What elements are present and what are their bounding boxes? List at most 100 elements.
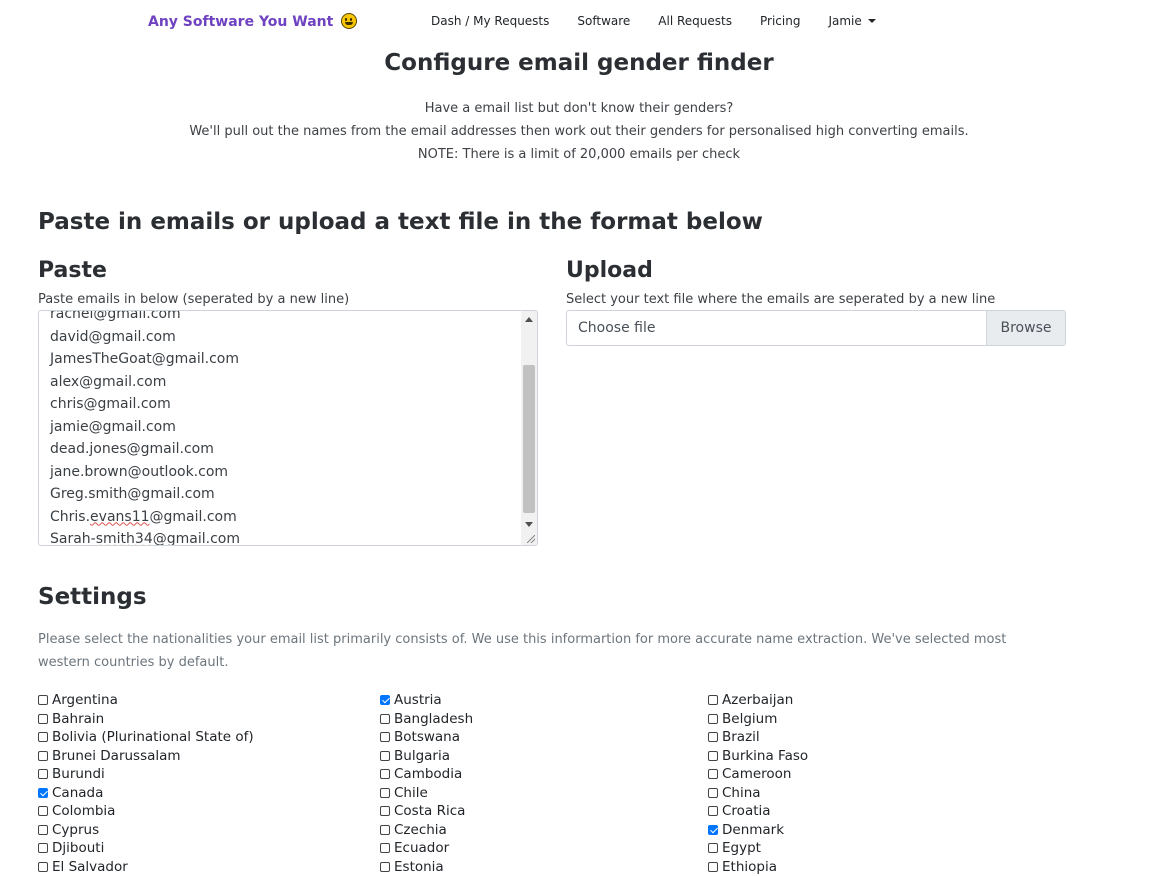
checkbox[interactable]: [708, 843, 718, 853]
country-label: Chile: [394, 784, 428, 803]
checkbox[interactable]: [380, 843, 390, 853]
country-label: Ethiopia: [722, 858, 777, 876]
country-checkbox-item[interactable]: El Salvador: [38, 858, 254, 876]
country-checkbox-item[interactable]: Cameroon: [708, 765, 808, 784]
email-line: jane.brown@outlook.com: [50, 461, 240, 484]
checkbox[interactable]: [38, 788, 48, 798]
checkbox[interactable]: [38, 806, 48, 816]
textarea-scrollbar[interactable]: [521, 311, 537, 545]
country-checkbox-item[interactable]: Ethiopia: [708, 858, 808, 876]
checkbox[interactable]: [38, 695, 48, 705]
brand-link[interactable]: Any Software You Want: [148, 13, 357, 30]
checkbox[interactable]: [38, 714, 48, 724]
country-checkbox-item[interactable]: Bolivia (Plurinational State of): [38, 728, 254, 747]
country-checkbox-item[interactable]: Estonia: [380, 858, 473, 876]
country-checkbox-item[interactable]: China: [708, 784, 808, 803]
country-checkbox-item[interactable]: Burundi: [38, 765, 254, 784]
country-checkbox-item[interactable]: Czechia: [380, 821, 473, 840]
country-label: Belgium: [722, 710, 777, 729]
intro-line: Have a email list but don't know their g…: [0, 97, 1158, 120]
email-line: Sarah-smith34@gmail.com: [50, 528, 240, 546]
settings-title: Settings: [38, 584, 147, 610]
email-line: jamie@gmail.com: [50, 416, 240, 439]
checkbox[interactable]: [38, 769, 48, 779]
country-checkbox-item[interactable]: Austria: [380, 691, 473, 710]
scroll-down-icon[interactable]: [525, 522, 533, 527]
scroll-up-icon[interactable]: [525, 317, 533, 322]
country-checkbox-item[interactable]: Bulgaria: [380, 747, 473, 766]
user-menu-dropdown[interactable]: Jamie: [828, 14, 875, 28]
checkbox[interactable]: [708, 751, 718, 761]
file-upload-input[interactable]: Choose file Browse: [566, 310, 1066, 346]
checkbox[interactable]: [380, 714, 390, 724]
email-line: Chris.evans11@gmail.com: [50, 506, 240, 529]
checkbox[interactable]: [38, 751, 48, 761]
country-checkbox-item[interactable]: Bahrain: [38, 710, 254, 729]
country-checkbox-item[interactable]: Belgium: [708, 710, 808, 729]
country-checkbox-item[interactable]: Cambodia: [380, 765, 473, 784]
country-checkbox-item[interactable]: Brazil: [708, 728, 808, 747]
country-checkbox-item[interactable]: Botswana: [380, 728, 473, 747]
checkbox[interactable]: [708, 714, 718, 724]
checkbox[interactable]: [708, 806, 718, 816]
country-checkbox-item[interactable]: Argentina: [38, 691, 254, 710]
checkbox[interactable]: [708, 862, 718, 872]
paste-hint: Paste emails in below (seperated by a ne…: [38, 292, 349, 307]
scroll-thumb[interactable]: [523, 365, 535, 513]
input-section-title: Paste in emails or upload a text file in…: [38, 209, 763, 235]
upload-hint: Select your text file where the emails a…: [566, 292, 995, 307]
country-label: Azerbaijan: [722, 691, 793, 710]
browse-button[interactable]: Browse: [986, 311, 1065, 345]
email-textarea[interactable]: rachel@gmail.com david@gmail.com JamesTh…: [38, 310, 538, 546]
email-line: dead.jones@gmail.com: [50, 438, 240, 461]
country-label: Burundi: [52, 765, 105, 784]
nav-link-dash[interactable]: Dash / My Requests: [431, 14, 549, 28]
country-label: Bulgaria: [394, 747, 450, 766]
checkbox[interactable]: [38, 732, 48, 742]
checkbox[interactable]: [380, 825, 390, 835]
checkbox[interactable]: [380, 732, 390, 742]
country-checkbox-item[interactable]: Bangladesh: [380, 710, 473, 729]
checkbox[interactable]: [38, 843, 48, 853]
checkbox[interactable]: [38, 825, 48, 835]
country-checkbox-item[interactable]: Djibouti: [38, 839, 254, 858]
country-checkbox-item[interactable]: Chile: [380, 784, 473, 803]
country-label: Cambodia: [394, 765, 462, 784]
nav-link-pricing[interactable]: Pricing: [760, 14, 800, 28]
country-label: Bahrain: [52, 710, 104, 729]
country-column: ArgentinaBahrainBolivia (Plurinational S…: [38, 691, 254, 876]
country-checkbox-item[interactable]: Burkina Faso: [708, 747, 808, 766]
country-label: Czechia: [394, 821, 447, 840]
country-label: Canada: [52, 784, 103, 803]
checkbox[interactable]: [708, 695, 718, 705]
country-checkbox-item[interactable]: Egypt: [708, 839, 808, 858]
file-input-placeholder[interactable]: Choose file: [567, 311, 986, 345]
country-label: Egypt: [722, 839, 761, 858]
checkbox[interactable]: [38, 862, 48, 872]
checkbox[interactable]: [708, 788, 718, 798]
country-checkbox-item[interactable]: Ecuador: [380, 839, 473, 858]
country-checkbox-item[interactable]: Brunei Darussalam: [38, 747, 254, 766]
country-checkbox-item[interactable]: Cyprus: [38, 821, 254, 840]
nav-link-software[interactable]: Software: [577, 14, 630, 28]
checkbox[interactable]: [380, 788, 390, 798]
checkbox[interactable]: [380, 695, 390, 705]
country-checkbox-item[interactable]: Canada: [38, 784, 254, 803]
paste-title: Paste: [38, 258, 107, 283]
nav-link-all-requests[interactable]: All Requests: [658, 14, 732, 28]
country-checkbox-item[interactable]: Croatia: [708, 802, 808, 821]
checkbox[interactable]: [380, 751, 390, 761]
resize-handle-icon[interactable]: [527, 535, 535, 543]
checkbox[interactable]: [380, 769, 390, 779]
checkbox[interactable]: [708, 825, 718, 835]
checkbox[interactable]: [708, 732, 718, 742]
country-checkbox-item[interactable]: Costa Rica: [380, 802, 473, 821]
country-checkbox-item[interactable]: Colombia: [38, 802, 254, 821]
email-line: alex@gmail.com: [50, 371, 240, 394]
grinning-face-icon: [341, 13, 357, 29]
country-checkbox-item[interactable]: Denmark: [708, 821, 808, 840]
checkbox[interactable]: [380, 806, 390, 816]
country-checkbox-item[interactable]: Azerbaijan: [708, 691, 808, 710]
checkbox[interactable]: [708, 769, 718, 779]
checkbox[interactable]: [380, 862, 390, 872]
